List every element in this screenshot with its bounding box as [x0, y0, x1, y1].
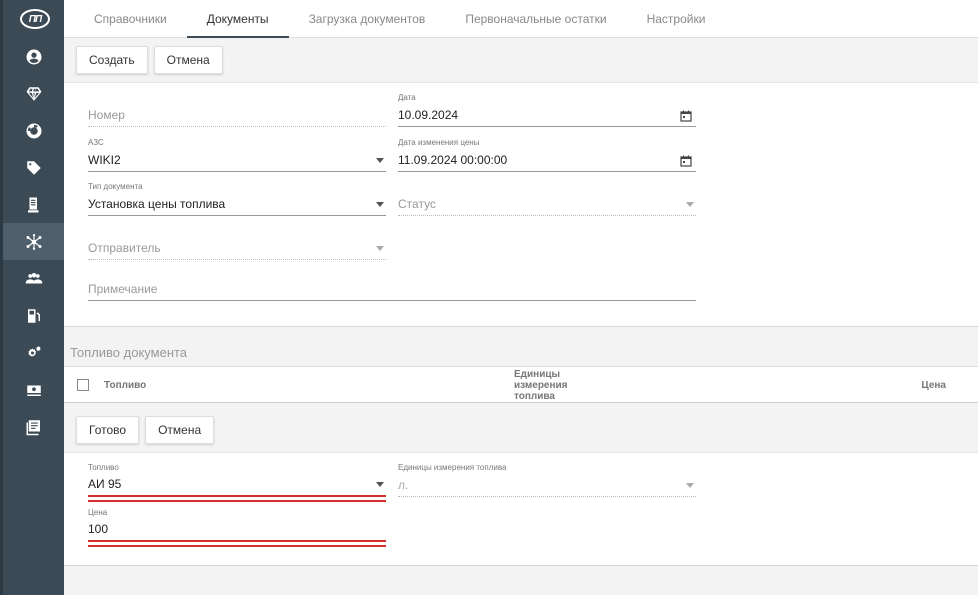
list-icon: [26, 419, 40, 435]
sidebar-item-users[interactable]: [3, 260, 64, 297]
fuel-pump-icon: [27, 308, 40, 323]
lifebuoy-icon: [26, 123, 41, 138]
app-logo[interactable]: ПП: [3, 0, 67, 38]
cancel-button[interactable]: Отмена: [153, 46, 223, 74]
diamond-icon: [26, 86, 41, 101]
document-toolbar: Создать Отмена: [64, 38, 978, 82]
user-circle-icon: [26, 49, 41, 64]
tab-directories[interactable]: Справочники: [74, 0, 187, 37]
units-field[interactable]: Единицы измерения топлива л.: [398, 463, 696, 497]
document-icon: [27, 197, 38, 212]
note-placeholder: Примечание: [88, 282, 158, 296]
fuel-table-header: Топливо Единицы измерения топлива Цена: [64, 366, 978, 403]
sidebar-item-diamond[interactable]: [3, 75, 64, 112]
fuel-value: АИ 95: [88, 477, 122, 491]
number-placeholder: Номер: [88, 108, 125, 122]
sidebar-item-tags[interactable]: [3, 149, 64, 186]
fuel-label: Топливо: [88, 463, 119, 472]
date-label: Дата: [398, 93, 416, 102]
sidebar-item-list[interactable]: [3, 408, 64, 445]
price-field[interactable]: Цена 100: [88, 508, 386, 542]
column-fuel[interactable]: Топливо: [104, 380, 146, 391]
doc-type-label: Тип документа: [88, 182, 143, 191]
price-label: Цена: [88, 508, 108, 517]
chevron-down-icon[interactable]: [376, 246, 384, 251]
calendar-icon[interactable]: [680, 155, 692, 167]
sidebar-item-fuel[interactable]: [3, 297, 64, 334]
error-underline: [88, 545, 386, 547]
gears-icon: [27, 345, 41, 357]
done-button[interactable]: Готово: [76, 416, 140, 444]
sender-placeholder: Отправитель: [88, 241, 161, 255]
price-change-date-field[interactable]: Дата изменения цены 11.09.2024 00:00:00: [398, 138, 696, 172]
chevron-down-icon[interactable]: [376, 158, 384, 163]
sidebar: ПП: [0, 0, 64, 595]
network-icon: [26, 233, 41, 250]
units-label: Единицы измерения топлива: [398, 463, 507, 472]
error-underline: [88, 500, 386, 502]
tab-settings[interactable]: Настройки: [627, 0, 726, 37]
select-all-checkbox[interactable]: [77, 379, 89, 391]
calendar-icon[interactable]: [680, 110, 692, 122]
edit-cancel-button[interactable]: Отмена: [145, 416, 215, 444]
sidebar-item-settings[interactable]: [3, 334, 64, 371]
tag-icon: [26, 160, 41, 175]
price-value: 100: [88, 522, 109, 536]
sidebar-item-support[interactable]: [3, 112, 64, 149]
date-field[interactable]: Дата 10.09.2024: [398, 93, 696, 127]
sidebar-item-documents[interactable]: [3, 186, 64, 223]
units-value: л.: [398, 478, 409, 492]
tab-initial-balances[interactable]: Первоначальные остатки: [445, 0, 626, 37]
sidebar-item-profile[interactable]: [3, 38, 64, 75]
chevron-down-icon[interactable]: [376, 202, 384, 207]
fuel-edit-form: Топливо АИ 95 Единицы измерения топлива …: [64, 452, 978, 566]
azs-label: АЗС: [88, 138, 104, 147]
sender-field[interactable]: Отправитель: [88, 232, 386, 260]
edit-toolbar: Готово Отмена: [64, 408, 978, 452]
status-placeholder: Статус: [398, 197, 436, 211]
price-change-date-label: Дата изменения цены: [398, 138, 480, 147]
tab-document-upload[interactable]: Загрузка документов: [289, 0, 446, 37]
number-field[interactable]: Номер: [88, 99, 386, 127]
document-form: Номер Дата 10.09.2024 АЗС WIKI2 Дата изм…: [64, 82, 978, 327]
chevron-down-icon[interactable]: [376, 482, 384, 487]
top-tabs: Справочники Документы Загрузка документо…: [64, 0, 978, 38]
azs-value: WIKI2: [88, 153, 121, 167]
fuel-section-title: Топливо документа: [70, 345, 188, 360]
column-price[interactable]: Цена: [921, 380, 946, 391]
chevron-down-icon[interactable]: [686, 202, 694, 207]
azs-field[interactable]: АЗС WIKI2: [88, 138, 386, 172]
money-icon: [26, 385, 41, 396]
tab-documents[interactable]: Документы: [186, 0, 289, 38]
logo-mark: ПП: [20, 9, 50, 29]
status-field[interactable]: Статус: [398, 188, 696, 216]
doc-type-value: Установка цены топлива: [88, 197, 226, 211]
chevron-down-icon[interactable]: [686, 483, 694, 488]
column-units[interactable]: Единицы измерения топлива: [514, 369, 586, 402]
price-change-date-value: 11.09.2024 00:00:00: [398, 153, 508, 167]
sidebar-item-network[interactable]: [3, 223, 64, 260]
main-content: Создать Отмена Номер Дата 10.09.2024 АЗС…: [64, 38, 978, 595]
create-button[interactable]: Создать: [76, 46, 148, 74]
note-field[interactable]: Примечание: [88, 273, 696, 301]
fuel-field[interactable]: Топливо АИ 95: [88, 463, 386, 497]
doc-type-field[interactable]: Тип документа Установка цены топлива: [88, 182, 386, 216]
date-value: 10.09.2024: [398, 108, 459, 122]
sidebar-item-finance[interactable]: [3, 371, 64, 408]
users-icon: [25, 272, 42, 283]
